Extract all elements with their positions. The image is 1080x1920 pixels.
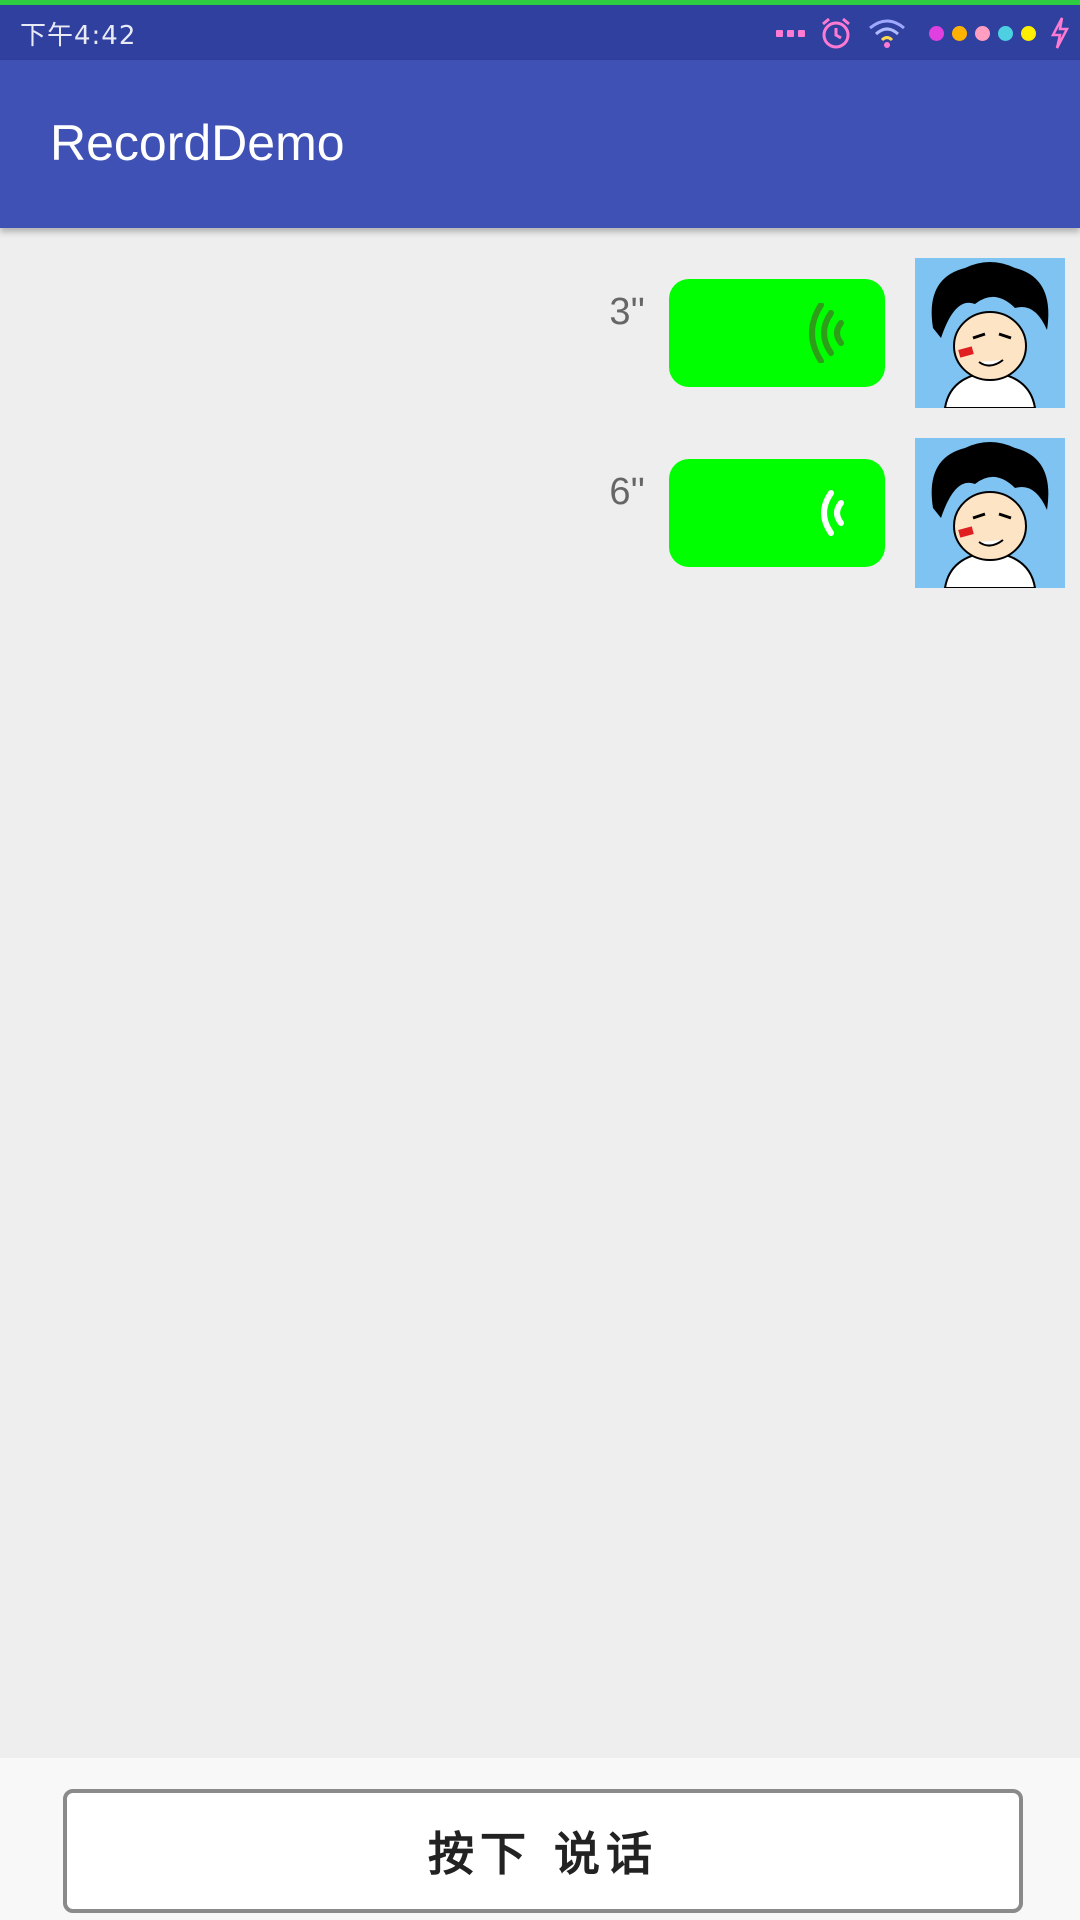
- notification-dot: [998, 25, 1013, 41]
- avatar[interactable]: [915, 438, 1065, 589]
- status-icons: [758, 13, 1070, 53]
- hold-to-talk-button[interactable]: 按下 说话: [63, 1789, 1023, 1913]
- message-item: 6'': [0, 423, 1080, 589]
- cartoon-boy-avatar-icon: [915, 258, 1065, 409]
- avatar[interactable]: [915, 258, 1065, 409]
- notification-dot: [1021, 25, 1036, 41]
- alarm-icon: [822, 17, 850, 49]
- notification-dot: [952, 25, 967, 41]
- voice-wave-icon: [821, 490, 844, 536]
- cartoon-boy-avatar-icon: [915, 438, 1065, 589]
- notification-dot: [929, 25, 944, 41]
- app-title: RecordDemo: [50, 115, 345, 171]
- charging-icon: [1050, 17, 1070, 49]
- voice-duration: 3'': [609, 291, 645, 333]
- bottom-panel: 按下 说话: [0, 1758, 1080, 1920]
- message-list: 3'' 6'': [0, 228, 1080, 1758]
- app-bar: RecordDemo: [0, 60, 1080, 228]
- message-item: 3'': [0, 243, 1080, 409]
- voice-duration: 6'': [609, 471, 645, 513]
- wifi-icon: [869, 19, 905, 48]
- status-time: 下午4:42: [20, 21, 137, 51]
- voice-wave-icon: [809, 303, 844, 363]
- notification-dots-icon: [921, 25, 1036, 41]
- voice-bubble[interactable]: [669, 279, 885, 387]
- more-dots-icon: [772, 29, 805, 37]
- status-bar: 下午4:42: [0, 5, 1080, 60]
- voice-bubble[interactable]: [669, 459, 885, 567]
- notification-dot: [975, 25, 990, 41]
